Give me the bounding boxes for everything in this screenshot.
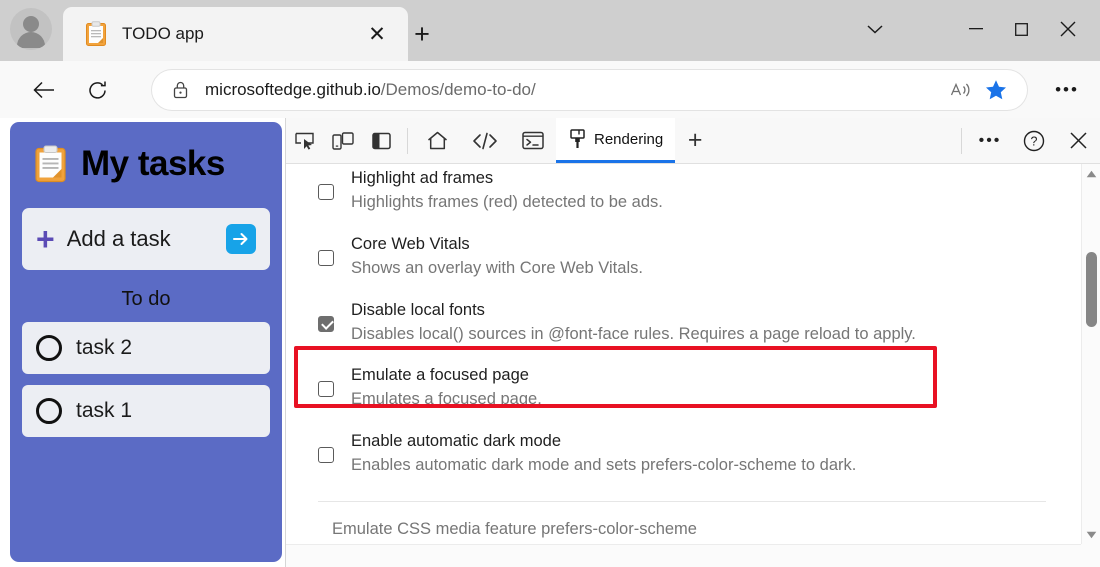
console-icon (522, 131, 544, 150)
browser-settings-more-icon[interactable]: ••• (1050, 79, 1084, 101)
setting-title: Core Web Vitals (351, 234, 470, 253)
devtools-toolbar: Rendering + ••• ? (286, 118, 1100, 164)
dock-side-icon[interactable] (362, 124, 400, 158)
setting-description: Shows an overlay with Core Web Vitals. (351, 258, 643, 277)
setting-text: Emulate a focused page Emulates a focuse… (351, 364, 542, 412)
devtools-tab-rendering-label: Rendering (594, 130, 664, 148)
home-icon (428, 131, 447, 150)
scrollbar-thumb[interactable] (1086, 252, 1097, 327)
toolbar-divider (407, 127, 408, 154)
task-label: task 1 (76, 399, 133, 422)
setting-checkbox[interactable] (318, 315, 334, 332)
add-task-placeholder: Add a task (66, 226, 171, 251)
setting-title: Disable local fonts (351, 300, 485, 319)
devtools-close-icon[interactable] (1056, 124, 1100, 158)
task-list-item[interactable]: task 1 (22, 385, 270, 437)
devtools-more-icon[interactable]: ••• (968, 124, 1012, 158)
setting-row-highlight-ad-frames[interactable]: Highlight ad frames Highlights frames (r… (300, 164, 1060, 224)
setting-row-disable-local-fonts[interactable]: Disable local fonts Disables local() sou… (300, 290, 1060, 356)
clipboard-favicon-icon (85, 21, 107, 47)
horizontal-scrollbar[interactable] (286, 544, 1100, 567)
rendering-scroll-area: Highlights elements (teal) that can slow… (286, 164, 1074, 544)
setting-title: Emulate a focused page (351, 366, 529, 385)
back-button[interactable] (27, 73, 61, 107)
setting-checkbox[interactable] (318, 249, 334, 266)
browser-tab-todo-app[interactable]: TODO app ✕ (63, 7, 408, 61)
rendering-settings-list: Highlights elements (teal) that can slow… (286, 164, 1074, 544)
lock-icon (170, 81, 190, 99)
help-icon[interactable]: ? (1012, 124, 1056, 158)
chevron-down-icon[interactable] (852, 8, 898, 50)
add-task-input[interactable]: + Add a task (22, 208, 270, 270)
setting-text: Core Web Vitals Shows an overlay with Co… (351, 233, 643, 281)
setting-row-automatic-dark-mode[interactable]: Enable automatic dark mode Enables autom… (300, 421, 1060, 487)
todo-app-card: My tasks + Add a task To do task 2 task … (10, 122, 282, 562)
device-toolbar-icon[interactable] (324, 124, 362, 158)
vertical-scrollbar[interactable] (1081, 164, 1100, 544)
devtools-tab-console[interactable] (510, 118, 556, 163)
devtools-rendering-body: Highlights elements (teal) that can slow… (286, 164, 1100, 567)
plus-icon: + (36, 221, 55, 257)
setting-checkbox[interactable] (318, 447, 334, 464)
scroll-up-arrow-icon[interactable] (1082, 164, 1100, 183)
scroll-down-arrow-icon[interactable] (1082, 525, 1100, 544)
browser-tab-title: TODO app (122, 24, 204, 43)
avatar-head-shape (23, 16, 39, 32)
setting-description: Enables automatic dark mode and sets pre… (351, 456, 857, 475)
omnibox[interactable]: microsoftedge.github.io/Demos/demo-to-do… (152, 70, 1027, 110)
setting-checkbox[interactable] (318, 183, 334, 200)
setting-title: Highlight ad frames (351, 168, 494, 187)
new-tab-button[interactable]: + (404, 16, 440, 52)
setting-row-prefers-color-scheme[interactable]: Emulate CSS media feature prefers-color-… (300, 502, 1060, 544)
todo-app-header: My tasks (10, 122, 282, 184)
setting-text: Highlight ad frames Highlights frames (r… (351, 167, 663, 215)
window-minimize-button[interactable] (955, 8, 997, 50)
devtools-tab-welcome[interactable] (415, 118, 460, 163)
devtools-tab-elements[interactable] (460, 118, 510, 163)
screenshot-root: TODO app ✕ + microsoftedge.github.io/Dem… (0, 0, 1100, 567)
setting-description: Disables local() sources in @font-face r… (351, 324, 916, 343)
task-complete-circle-icon[interactable] (36, 398, 62, 424)
read-aloud-icon[interactable] (945, 73, 979, 107)
setting-title: Enable automatic dark mode (351, 432, 562, 451)
todo-section-label: To do (121, 288, 171, 310)
page-viewport: My tasks + Add a task To do task 2 task … (0, 118, 285, 567)
toolbar-divider-right (961, 127, 962, 154)
elements-code-icon (473, 132, 497, 149)
setting-checkbox[interactable] (318, 381, 334, 398)
setting-row-emulate-focused-page[interactable]: Emulate a focused page Emulates a focuse… (300, 355, 1060, 421)
reload-icon[interactable] (80, 73, 114, 107)
task-complete-circle-icon[interactable] (36, 335, 62, 361)
paintbrush-icon (570, 129, 585, 148)
browser-title-bar: TODO app ✕ + (0, 0, 1100, 61)
add-task-submit-button[interactable] (226, 224, 256, 254)
profile-avatar[interactable] (10, 8, 52, 50)
devtools-panel: Rendering + ••• ? Highlight ad frames Hi… (285, 118, 1100, 567)
setting-text: Enable automatic dark mode Enables autom… (351, 430, 856, 478)
task-list-item[interactable]: task 2 (22, 322, 270, 374)
tab-close-icon[interactable]: ✕ (360, 17, 394, 51)
select-setting-title: Emulate CSS media feature prefers-color-… (332, 520, 697, 539)
star-filled-icon[interactable] (979, 73, 1013, 107)
browser-address-bar: microsoftedge.github.io/Demos/demo-to-do… (0, 61, 1100, 118)
inspect-element-icon[interactable] (286, 124, 324, 158)
url-text: microsoftedge.github.io/Demos/demo-to-do… (205, 80, 945, 100)
scrollbar-corner (1081, 544, 1100, 567)
setting-row-core-web-vitals[interactable]: Core Web Vitals Shows an overlay with Co… (300, 224, 1060, 290)
url-path: /Demos/demo-to-do/ (380, 80, 536, 99)
task-label: task 2 (76, 336, 133, 359)
svg-text:?: ? (1031, 134, 1038, 148)
page-title: My tasks (81, 144, 225, 183)
devtools-add-tab-button[interactable]: + (675, 124, 715, 158)
avatar-body-shape (17, 32, 45, 48)
clipboard-icon (34, 144, 67, 184)
setting-text: Disable local fonts Disables local() sou… (351, 299, 916, 347)
window-close-button[interactable] (1046, 8, 1090, 50)
devtools-tab-rendering[interactable]: Rendering (556, 118, 676, 163)
window-maximize-button[interactable] (1000, 8, 1042, 50)
setting-description: Highlights frames (red) detected to be a… (351, 192, 663, 211)
url-host: microsoftedge.github.io (205, 80, 381, 99)
setting-description: Emulates a focused page. (351, 390, 542, 409)
